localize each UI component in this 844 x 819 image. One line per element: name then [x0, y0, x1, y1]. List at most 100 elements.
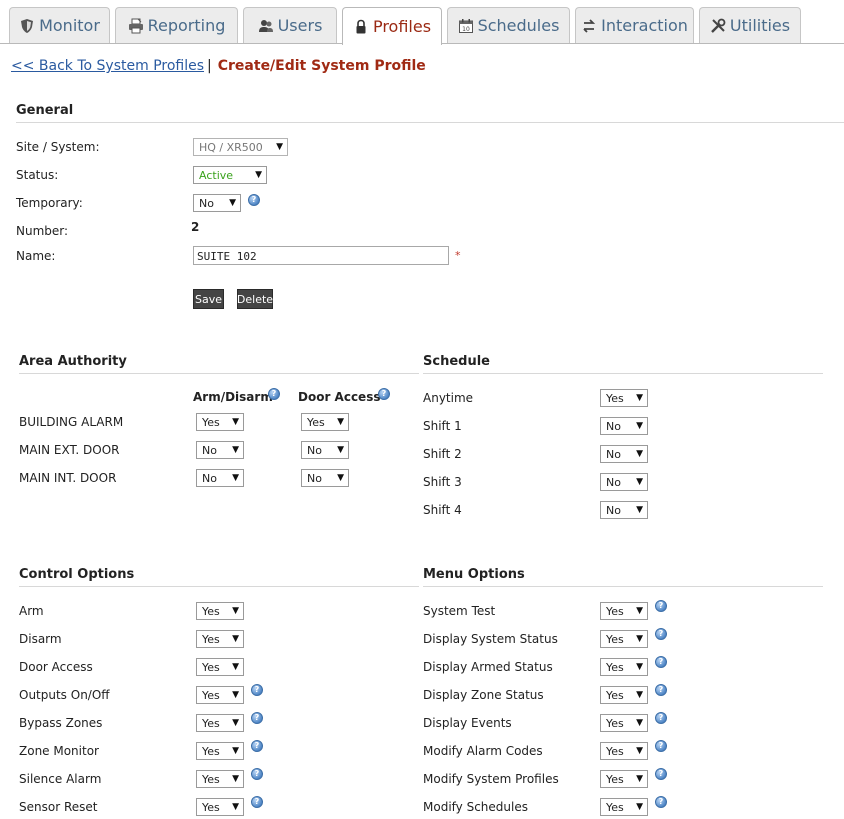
- tab-reporting[interactable]: Reporting: [115, 7, 238, 43]
- help-icon[interactable]: ?: [655, 600, 667, 612]
- menu-option-select[interactable]: Yes ▼: [600, 742, 648, 760]
- chevron-down-icon: ▼: [255, 170, 262, 180]
- tab-users[interactable]: Users: [243, 7, 337, 43]
- chevron-down-icon: ▼: [232, 718, 239, 728]
- schedule-select[interactable]: Yes ▼: [600, 389, 648, 407]
- menu-option-select[interactable]: Yes ▼: [600, 770, 648, 788]
- chevron-down-icon: ▼: [232, 417, 239, 427]
- save-button[interactable]: Save: [193, 289, 224, 309]
- chevron-down-icon: ▼: [636, 802, 643, 812]
- menu-option-label: Display Events: [423, 716, 512, 730]
- door-access-select[interactable]: No ▼: [301, 469, 349, 487]
- chevron-down-icon: ▼: [232, 606, 239, 616]
- control-option-select[interactable]: Yes ▼: [196, 602, 244, 620]
- control-option-label: Bypass Zones: [19, 716, 103, 730]
- delete-button[interactable]: Delete: [237, 289, 273, 309]
- tab-label: Utilities: [729, 16, 791, 35]
- breadcrumb-separator: |: [207, 58, 212, 74]
- schedule-select[interactable]: No ▼: [600, 417, 648, 435]
- help-icon[interactable]: ?: [655, 740, 667, 752]
- temporary-select[interactable]: No ▼: [193, 194, 241, 212]
- control-option-select[interactable]: Yes ▼: [196, 714, 244, 732]
- schedule-select[interactable]: No ▼: [600, 501, 648, 519]
- users-icon: [258, 19, 273, 32]
- help-icon[interactable]: ?: [251, 684, 263, 696]
- control-option-select[interactable]: Yes ▼: [196, 770, 244, 788]
- chevron-down-icon: ▼: [337, 417, 344, 427]
- breadcrumb: << Back To System Profiles | Create/Edit S…: [11, 58, 426, 74]
- help-icon[interactable]: ?: [655, 656, 667, 668]
- control-option-select[interactable]: Yes ▼: [196, 742, 244, 760]
- arm-disarm-column-header: Arm/Disarm: [193, 390, 273, 404]
- schedule-select[interactable]: No ▼: [600, 473, 648, 491]
- tab-interaction[interactable]: Interaction: [575, 7, 694, 43]
- tab-label: Profiles: [372, 17, 432, 36]
- help-icon[interactable]: ?: [655, 712, 667, 724]
- name-label: Name:: [16, 249, 56, 263]
- area-authority-section-header: Area Authority: [19, 354, 419, 374]
- menu-option-select[interactable]: Yes ▼: [600, 602, 648, 620]
- help-icon[interactable]: ?: [655, 628, 667, 640]
- help-icon[interactable]: ?: [655, 796, 667, 808]
- area-name-label: MAIN INT. DOOR: [19, 471, 117, 485]
- chevron-down-icon: ▼: [337, 445, 344, 455]
- help-icon[interactable]: ?: [268, 388, 280, 400]
- door-access-select[interactable]: No ▼: [301, 441, 349, 459]
- schedule-label: Shift 4: [423, 503, 462, 517]
- menu-option-label: System Test: [423, 604, 496, 618]
- help-icon[interactable]: ?: [378, 388, 390, 400]
- help-icon[interactable]: ?: [655, 684, 667, 696]
- help-icon[interactable]: ?: [251, 796, 263, 808]
- menu-option-label: Display Zone Status: [423, 688, 544, 702]
- required-marker: *: [455, 249, 461, 262]
- menu-option-select[interactable]: Yes ▼: [600, 714, 648, 732]
- menu-option-select[interactable]: Yes ▼: [600, 798, 648, 816]
- menu-option-select[interactable]: Yes ▼: [600, 686, 648, 704]
- arm-disarm-select[interactable]: No ▼: [196, 469, 244, 487]
- control-option-select[interactable]: Yes ▼: [196, 798, 244, 816]
- chevron-down-icon: ▼: [636, 505, 643, 515]
- help-icon[interactable]: ?: [248, 194, 260, 206]
- status-label: Status:: [16, 168, 59, 182]
- chevron-down-icon: ▼: [636, 421, 643, 431]
- arm-disarm-select[interactable]: Yes ▼: [196, 413, 244, 431]
- tab-label: Users: [277, 16, 323, 35]
- lock-icon: [356, 19, 366, 33]
- help-icon[interactable]: ?: [251, 712, 263, 724]
- chevron-down-icon: ▼: [232, 774, 239, 784]
- control-option-select[interactable]: Yes ▼: [196, 630, 244, 648]
- menu-option-select[interactable]: Yes ▼: [600, 658, 648, 676]
- arm-disarm-select[interactable]: No ▼: [196, 441, 244, 459]
- chevron-down-icon: ▼: [229, 198, 236, 208]
- chevron-down-icon: ▼: [636, 718, 643, 728]
- chevron-down-icon: ▼: [232, 634, 239, 644]
- status-select[interactable]: Active ▼: [193, 166, 267, 184]
- door-access-select[interactable]: Yes ▼: [301, 413, 349, 431]
- tab-profiles[interactable]: Profiles: [342, 7, 442, 45]
- schedule-label: Shift 3: [423, 475, 462, 489]
- menu-options-section-header: Menu Options: [423, 567, 823, 587]
- arrows-icon: [583, 18, 596, 33]
- tab-monitor[interactable]: Monitor: [9, 7, 110, 43]
- control-option-select[interactable]: Yes ▼: [196, 686, 244, 704]
- tab-label: Reporting: [147, 16, 226, 35]
- name-input[interactable]: SUITE 102: [193, 246, 449, 265]
- control-option-label: Sensor Reset: [19, 800, 98, 814]
- tools-icon: [711, 18, 726, 33]
- control-option-label: Zone Monitor: [19, 744, 99, 758]
- menu-option-select[interactable]: Yes ▼: [600, 630, 648, 648]
- help-icon[interactable]: ?: [251, 768, 263, 780]
- site-system-select[interactable]: HQ / XR500 ▼: [193, 138, 288, 156]
- tab-schedules[interactable]: 10 Schedules: [447, 7, 570, 43]
- tab-utilities[interactable]: Utilities: [699, 7, 801, 43]
- control-option-select[interactable]: Yes ▼: [196, 658, 244, 676]
- help-icon[interactable]: ?: [655, 768, 667, 780]
- site-system-label: Site / System:: [16, 140, 100, 154]
- schedule-select[interactable]: No ▼: [600, 445, 648, 463]
- help-icon[interactable]: ?: [251, 740, 263, 752]
- back-to-system-profiles-link[interactable]: << Back To System Profiles: [11, 58, 204, 74]
- schedule-label: Shift 1: [423, 419, 462, 433]
- chevron-down-icon: ▼: [232, 445, 239, 455]
- chevron-down-icon: ▼: [232, 746, 239, 756]
- number-label: Number:: [16, 224, 69, 238]
